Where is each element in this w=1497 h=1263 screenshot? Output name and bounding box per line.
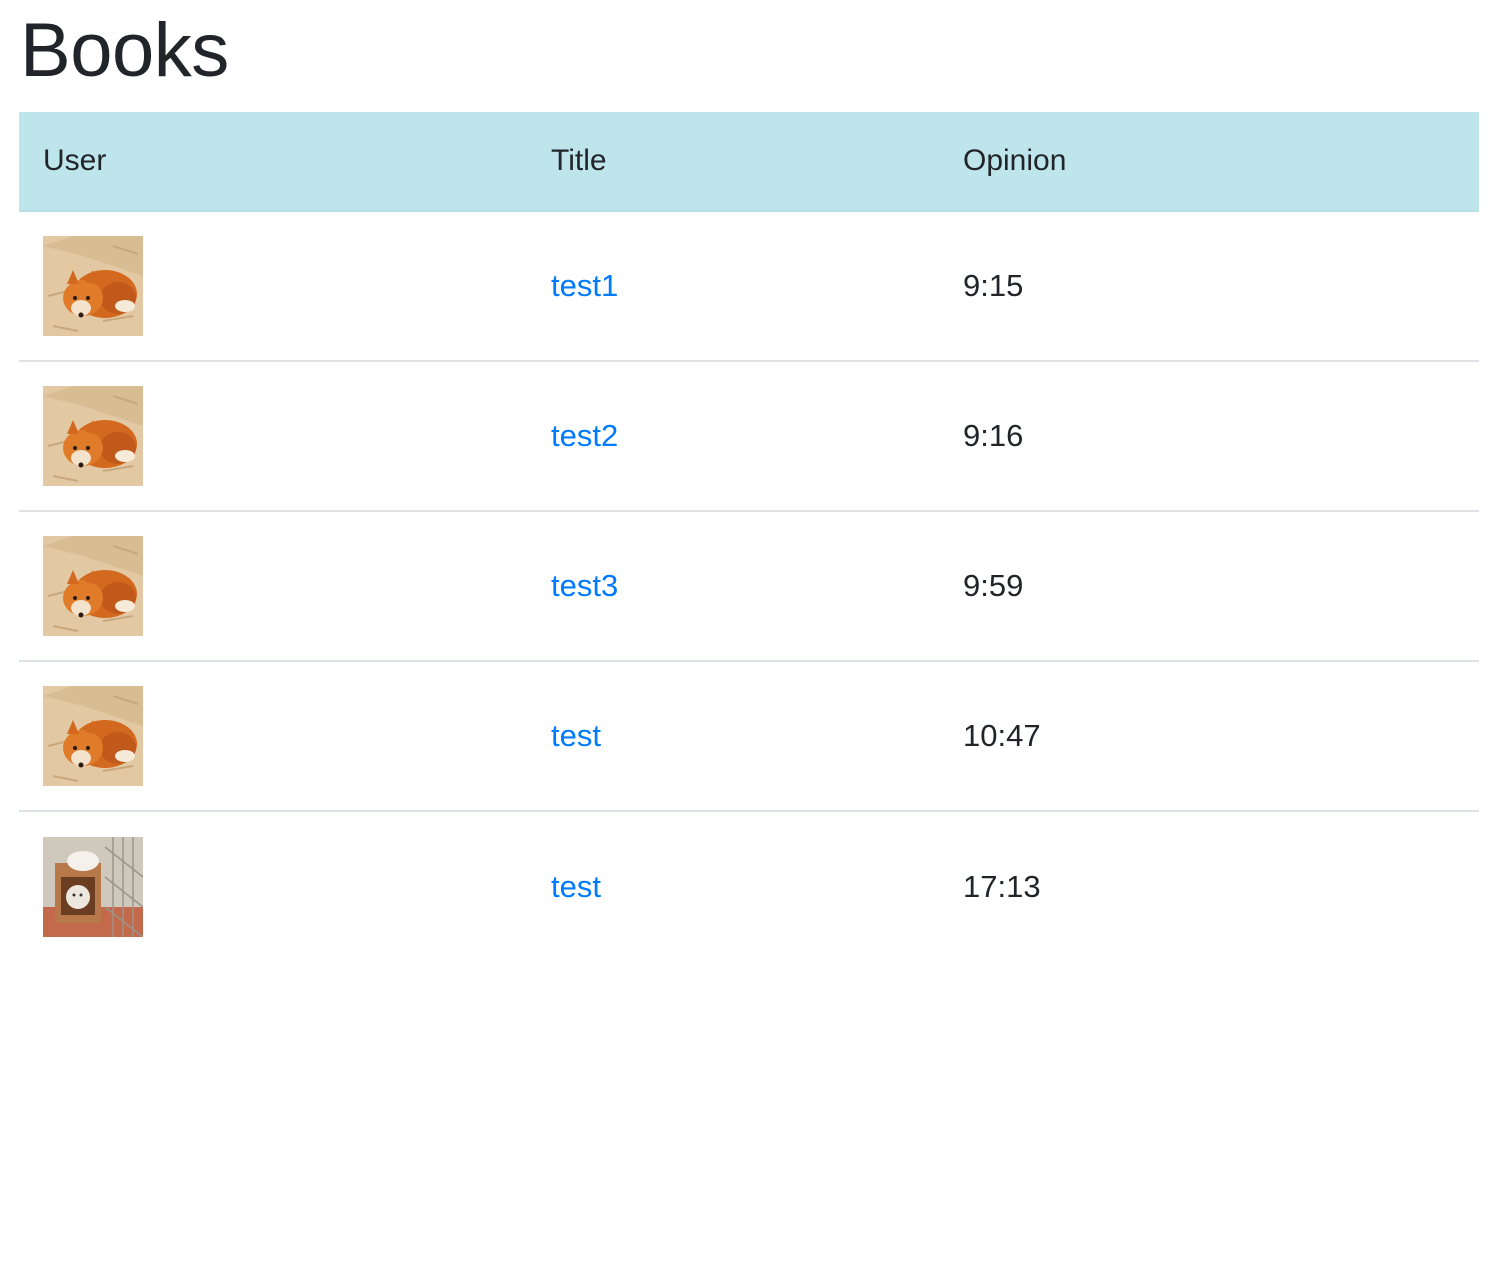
opinion-cell: 9:16	[939, 361, 1479, 511]
table-row: test 10:47	[19, 661, 1479, 811]
opinion-value: 17:13	[963, 868, 1041, 904]
book-title-link[interactable]: test3	[551, 568, 618, 603]
user-cell	[19, 361, 527, 511]
user-avatar-fox-photo	[43, 536, 143, 636]
table-row: test 17:13	[19, 811, 1479, 961]
books-table: User Title Opinion test1 9:15 test2 9:16…	[19, 112, 1479, 961]
page-title: Books	[20, 8, 229, 93]
opinion-value: 9:59	[963, 568, 1024, 603]
book-title-link[interactable]: test2	[551, 418, 618, 453]
column-header-title: Title	[527, 112, 939, 212]
title-cell: test	[527, 811, 939, 961]
user-avatar-fox-photo	[43, 686, 143, 786]
user-cell	[19, 511, 527, 661]
opinion-cell: 17:13	[939, 811, 1479, 961]
title-cell: test2	[527, 361, 939, 511]
title-cell: test1	[527, 211, 939, 361]
opinion-cell: 9:59	[939, 511, 1479, 661]
table-header: User Title Opinion	[19, 112, 1479, 212]
user-avatar-cat-in-cage-photo	[43, 836, 143, 937]
title-cell: test3	[527, 511, 939, 661]
opinion-value: 9:15	[963, 268, 1024, 303]
title-cell: test	[527, 661, 939, 811]
table-header-row: User Title Opinion	[19, 112, 1479, 212]
book-title-link[interactable]: test	[551, 718, 601, 753]
table-row: test2 9:16	[19, 361, 1479, 511]
user-avatar-fox-photo	[43, 386, 143, 486]
table-row: test1 9:15	[19, 211, 1479, 361]
user-cell	[19, 661, 527, 811]
column-header-opinion: Opinion	[939, 112, 1479, 212]
user-avatar-fox-photo	[43, 236, 143, 336]
book-title-link[interactable]: test	[551, 869, 601, 904]
books-page: Books User Title Opinion test1 9:15 test…	[0, 0, 1497, 1263]
opinion-value: 9:16	[963, 418, 1024, 453]
opinion-cell: 10:47	[939, 661, 1479, 811]
user-cell	[19, 211, 527, 361]
user-cell	[19, 811, 527, 961]
opinion-cell: 9:15	[939, 211, 1479, 361]
table-body: test1 9:15 test2 9:16 test3 9:59 test 10…	[19, 211, 1479, 961]
column-header-user: User	[19, 112, 527, 212]
opinion-value: 10:47	[963, 718, 1041, 753]
table-row: test3 9:59	[19, 511, 1479, 661]
book-title-link[interactable]: test1	[551, 268, 618, 303]
